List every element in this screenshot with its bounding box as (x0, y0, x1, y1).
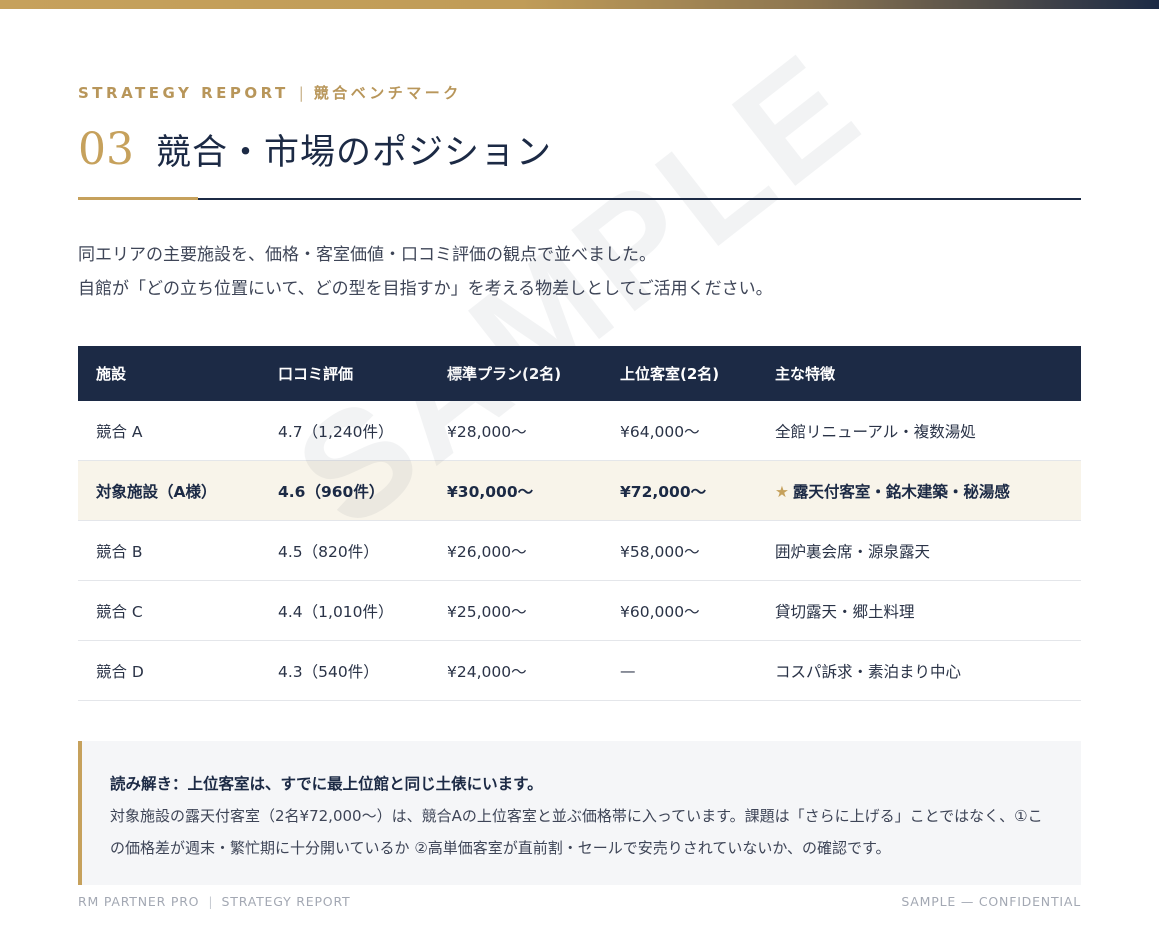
cell-premium: ¥60,000〜 (602, 580, 757, 641)
cell-standard: ¥26,000〜 (429, 520, 602, 581)
eyebrow-english: STRATEGY REPORT (78, 84, 289, 102)
footer-report: STRATEGY REPORT (221, 894, 351, 909)
header-facility: 施設 (96, 365, 127, 383)
header-features: 主な特徴 (775, 365, 836, 383)
cell-premium: ¥64,000〜 (602, 401, 757, 461)
cell-standard: ¥28,000〜 (429, 401, 602, 461)
table-row: 競合 A 4.7（1,240件） ¥28,000〜 ¥64,000〜 全館リニュ… (78, 401, 1081, 461)
footer-brand: RM PARTNER PRO (78, 894, 200, 909)
cell-facility: 競合 D (78, 640, 260, 701)
header-premium-room: 上位客室(2名) (620, 365, 720, 383)
table-row: 競合 D 4.3（540件） ¥24,000〜 — コスパ訴求・素泊まり中心 (78, 640, 1081, 701)
table-row: 競合 B 4.5（820件） ¥26,000〜 ¥58,000〜 囲炉裏会席・源… (78, 520, 1081, 581)
intro-line-2: 自館が「どの立ち位置にいて、どの型を目指すか」を考える物差しとしてご活用ください… (78, 279, 773, 299)
cell-premium: — (602, 640, 757, 701)
cell-standard: ¥30,000〜 (429, 460, 602, 521)
cell-facility: 競合 A (78, 401, 260, 461)
cell-standard: ¥25,000〜 (429, 580, 602, 641)
intro-line-1: 同エリアの主要施設を、価格・客室価値・口コミ評価の観点で並べました。 (78, 245, 656, 265)
page-title: 03 競合・市場のポジション (78, 122, 552, 178)
footer-separator: | (208, 894, 213, 909)
eyebrow-separator: | (298, 84, 304, 102)
intro-text: 同エリアの主要施設を、価格・客室価値・口コミ評価の観点で並べました。 自館が「ど… (78, 238, 1081, 306)
footer-confidential: SAMPLE — CONFIDENTIAL (901, 894, 1081, 909)
cell-facility: 競合 B (78, 520, 260, 581)
cell-rating: 4.3（540件） (260, 640, 429, 701)
cell-rating: 4.4（1,010件） (260, 580, 429, 641)
insight-callout: 読み解き：上位客室は、すでに最上位館と同じ土俵にいます。 対象施設の露天付客室（… (78, 741, 1081, 885)
eyebrow-japanese: 競合ベンチマーク (313, 84, 462, 102)
cell-standard: ¥24,000〜 (429, 640, 602, 701)
title-rule-accent (78, 197, 198, 200)
table-header-row: 施設 口コミ評価 標準プラン(2名) 上位客室(2名) 主な特徴 (78, 346, 1081, 401)
cell-features: 全館リニューアル・複数湯処 (757, 401, 1081, 461)
star-icon: ★ (775, 482, 789, 501)
callout-title: 読み解き：上位客室は、すでに最上位館と同じ土俵にいます。 (110, 775, 543, 793)
cell-rating: 4.6（960件） (260, 460, 429, 521)
features-text: 露天付客室・銘木建築・秘湯感 (792, 482, 1010, 501)
footer-left: RM PARTNER PRO | STRATEGY REPORT (78, 894, 350, 909)
cell-premium: ¥58,000〜 (602, 520, 757, 581)
cell-rating: 4.5（820件） (260, 520, 429, 581)
cell-features: 囲炉裏会席・源泉露天 (757, 520, 1081, 581)
cell-rating: 4.7（1,240件） (260, 401, 429, 461)
callout-body: 対象施設の露天付客室（2名¥72,000〜）は、競合Aの上位客室と並ぶ価格帯に入… (110, 807, 1043, 857)
header-standard-plan: 標準プラン(2名) (447, 365, 562, 383)
cell-facility: 対象施設（A様） (78, 460, 260, 521)
benchmark-table: 施設 口コミ評価 標準プラン(2名) 上位客室(2名) 主な特徴 競合 A 4.… (78, 346, 1081, 701)
cell-facility: 競合 C (78, 580, 260, 641)
header-rating: 口コミ評価 (278, 365, 354, 383)
section-number: 03 (78, 124, 134, 175)
table-row: 競合 C 4.4（1,010件） ¥25,000〜 ¥60,000〜 貸切露天・… (78, 580, 1081, 641)
title-rule (198, 198, 1081, 200)
top-accent-bar (0, 0, 1159, 9)
report-eyebrow: STRATEGY REPORT | 競合ベンチマーク (78, 82, 462, 103)
cell-premium: ¥72,000〜 (602, 460, 757, 521)
section-title: 競合・市場のポジション (156, 133, 553, 173)
cell-features: 貸切露天・郷土料理 (757, 580, 1081, 641)
table-row-highlighted: 対象施設（A様） 4.6（960件） ¥30,000〜 ¥72,000〜 ★ 露天… (78, 460, 1081, 521)
cell-features: ★ 露天付客室・銘木建築・秘湯感 (757, 460, 1081, 521)
cell-features: コスパ訴求・素泊まり中心 (757, 640, 1081, 701)
